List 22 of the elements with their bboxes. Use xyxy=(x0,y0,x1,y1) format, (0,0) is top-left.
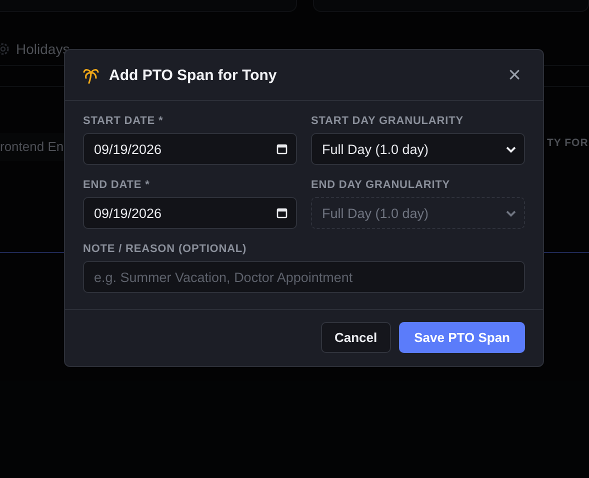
field-label: START DAY GRANULARITY xyxy=(311,115,464,127)
note-field[interactable]: e.g. Summer Vacation, Doctor Appointment xyxy=(83,261,525,293)
field-label: END DATE * xyxy=(83,179,151,191)
field-label: END DAY GRANULARITY xyxy=(311,179,452,191)
field-label: START DATE * xyxy=(83,115,164,127)
date-field[interactable]: 09/19/2026 xyxy=(83,197,297,229)
column-header: TY FOR xyxy=(547,137,588,149)
table-cell: rontend En xyxy=(0,133,64,161)
dialog-title: Add PTO Span for Tony xyxy=(109,66,278,84)
calendar-icon xyxy=(276,207,288,219)
palm-tree-icon xyxy=(83,66,99,84)
chevron-down-icon xyxy=(506,210,516,216)
granularity-select[interactable]: Full Day (1.0 day) xyxy=(311,133,525,165)
save-button[interactable]: Save PTO Span xyxy=(399,322,525,353)
field-label: NOTE / REASON (OPTIONAL) xyxy=(83,243,248,255)
date-field[interactable]: 09/19/2026 xyxy=(83,133,297,165)
close-button[interactable]: × xyxy=(504,64,525,86)
calendar-icon xyxy=(276,143,288,155)
section-title: Holidays xyxy=(16,40,70,56)
chevron-down-icon xyxy=(506,146,516,152)
settings-icon xyxy=(0,42,10,56)
cancel-button[interactable]: Cancel xyxy=(320,322,392,353)
